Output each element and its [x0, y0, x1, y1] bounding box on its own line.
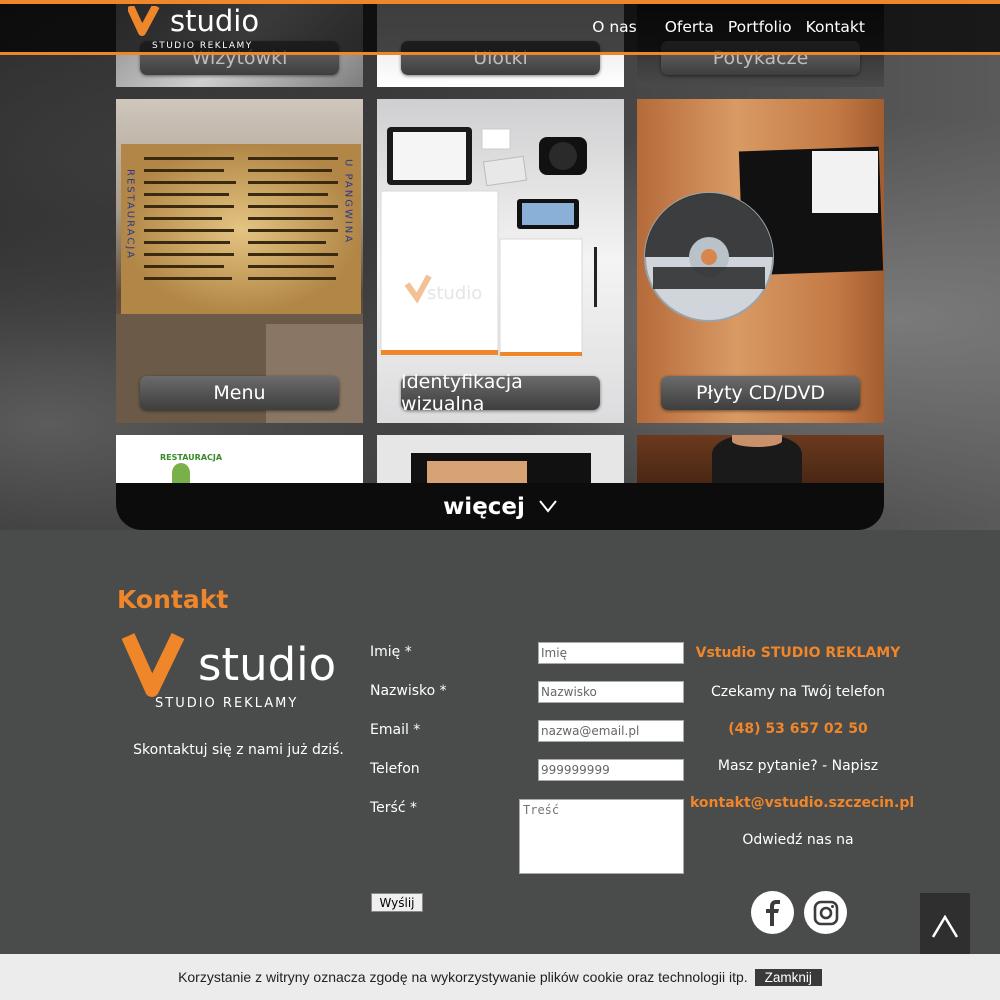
phone-label: Telefon [370, 761, 420, 777]
email-link[interactable]: kontakt@vstudio.szczecin.pl [690, 795, 914, 811]
visit-text: Odwiedź nas na [742, 832, 854, 848]
more-label: więcej [443, 493, 525, 520]
contact-heading: Kontakt [117, 585, 229, 614]
tile-label: Menu [140, 376, 339, 410]
caret-up-icon [931, 914, 959, 938]
contact-logo-subtitle: STUDIO REKLAMY [155, 696, 299, 711]
tile-label: Płyty CD/DVD [661, 376, 860, 410]
tile-label: Identyfikacja wizualna [401, 371, 600, 415]
v-logo-icon [122, 632, 185, 697]
cd-photo [644, 146, 884, 322]
svg-text:studio: studio [427, 283, 482, 304]
last-name-input[interactable] [538, 681, 684, 703]
message-label: Terść * [370, 800, 417, 816]
submit-button[interactable]: Wyślij [371, 893, 423, 912]
nav-offer[interactable]: Oferta [665, 18, 714, 36]
first-name-label: Imię * [370, 644, 412, 660]
restaurant-preview-text: RESTAURACJA [160, 453, 223, 462]
menu-vertical-text-left: RESTAURACJA [125, 169, 136, 260]
facebook-icon[interactable] [751, 891, 794, 934]
email-input[interactable] [538, 720, 684, 742]
tile-cd-dvd[interactable]: Płyty CD/DVD [637, 99, 884, 423]
tile-tshirt-preview[interactable] [637, 435, 884, 483]
tile-visual-identity[interactable]: studio Identyfikacja wizualna [377, 99, 624, 423]
contact-logo: studio STUDIO REKLAMY [122, 632, 347, 714]
tile-menu[interactable]: RESTAURACJA U PANGWINA Menu [116, 99, 363, 423]
phone-input[interactable] [538, 759, 684, 781]
message-textarea[interactable] [519, 799, 684, 874]
more-button[interactable]: więcej [116, 483, 884, 530]
chef-icon [172, 463, 190, 483]
first-name-input[interactable] [538, 642, 684, 664]
header-logo[interactable]: studio STUDIO REKLAMY [126, 4, 278, 54]
call-text: Czekamy na Twój telefon [710, 684, 885, 700]
cookie-text: Korzystanie z witryny oznacza zgodę na w… [178, 969, 748, 985]
menu-photo: RESTAURACJA U PANGWINA [116, 144, 363, 423]
tile-restaurant-preview[interactable]: RESTAURACJA [116, 435, 363, 483]
instagram-icon[interactable] [804, 891, 847, 934]
scroll-top-button[interactable] [920, 893, 970, 960]
portfolio-section: Wizytówki Ulotki Potykacze RESTAURACJA U… [0, 0, 1000, 530]
header-logo-subtitle: STUDIO REKLAMY [152, 41, 253, 51]
nav-contact[interactable]: Kontakt [806, 18, 865, 36]
nav-portfolio[interactable]: Portfolio [728, 18, 792, 36]
email-label: Email * [370, 722, 421, 738]
site-header: studio STUDIO REKLAMY O nas Oferta Portf… [0, 0, 1000, 55]
main-nav: O nas Oferta Portfolio Kontakt [578, 18, 865, 36]
header-logo-text: studio [170, 4, 260, 38]
tile-poster-preview[interactable] [377, 435, 624, 483]
ask-text: Masz pytanie? - Napisz [717, 758, 879, 774]
contact-tagline: Skontaktuj się z nami już dziś. [133, 742, 344, 758]
cookie-close-button[interactable]: Zamknij [754, 968, 822, 986]
last-name-label: Nazwisko * [370, 683, 447, 699]
contact-logo-text: studio [198, 638, 337, 691]
company-name: Vstudio STUDIO REKLAMY [695, 645, 901, 661]
cookie-bar: Korzystanie z witryny oznacza zgodę na w… [0, 954, 1000, 1000]
nav-about[interactable]: O nas [592, 18, 637, 36]
menu-vertical-text-right: U PANGWINA [343, 159, 354, 244]
chevron-down-icon [539, 494, 557, 519]
phone-link[interactable]: (48) 53 657 02 50 [690, 721, 906, 737]
